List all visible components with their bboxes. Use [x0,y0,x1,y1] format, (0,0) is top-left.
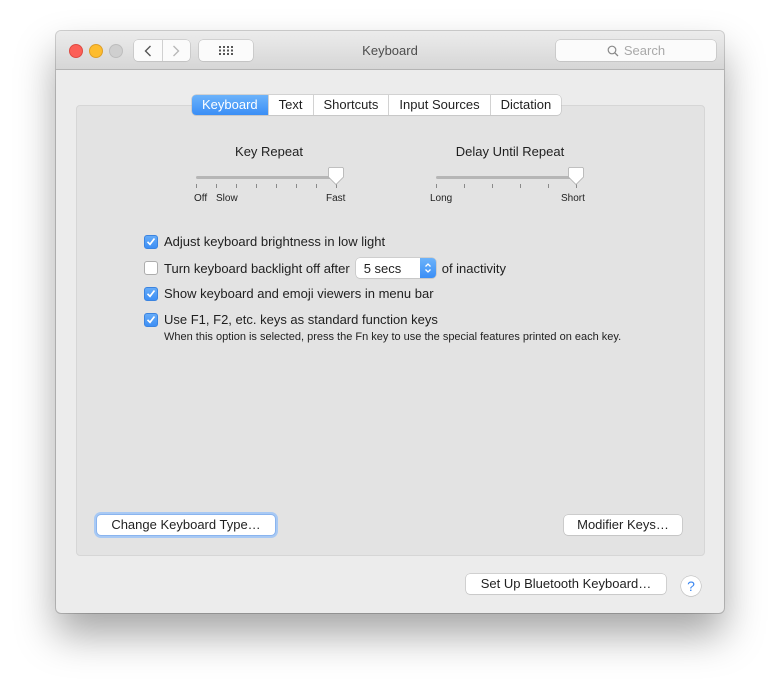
tab-text[interactable]: Text [267,95,313,115]
title-bar: Keyboard Search [56,31,724,70]
slider-tick [520,184,521,188]
key-repeat-slider[interactable] [196,166,346,188]
checkmark-icon [146,315,156,324]
key-repeat-title: Key Repeat [235,144,303,159]
slider-tick [464,184,465,188]
slider-tick [236,184,237,188]
checkmark-icon [146,289,156,298]
backlight-checkbox[interactable] [144,261,158,275]
option-fn-keys[interactable]: Use F1, F2, etc. keys as standard functi… [144,312,438,327]
set-up-bluetooth-keyboard-button[interactable]: Set Up Bluetooth Keyboard… [466,574,666,594]
slider-tick [256,184,257,188]
key-repeat-label-fast: Fast [326,193,346,204]
option-brightness[interactable]: Adjust keyboard brightness in low light [144,234,385,249]
viewers-label: Show keyboard and emoji viewers in menu … [164,286,434,301]
slider-tick [436,184,437,188]
change-keyboard-type-button[interactable]: Change Keyboard Type… [97,515,275,535]
search-icon [607,45,619,56]
tab-dictation[interactable]: Dictation [489,95,562,115]
delay-until-repeat-slider[interactable] [436,166,586,188]
brightness-checkbox[interactable] [144,234,158,249]
key-repeat-label-slow: Slow [216,193,238,204]
slider-tick [548,184,549,188]
slider-tick [296,184,297,188]
tab-input-sources[interactable]: Input Sources [388,95,489,115]
slider-tick [196,184,197,188]
delay-until-repeat-title: Delay Until Repeat [455,144,565,159]
checkmark-icon [146,237,156,246]
help-button[interactable]: ? [681,576,701,596]
modifier-keys-button[interactable]: Modifier Keys… [564,515,682,535]
delay-label-long: Long [430,193,453,204]
stepper-arrows-icon [419,258,436,278]
tab-bar: Keyboard Text Shortcuts Input Sources Di… [192,95,562,115]
slider-track[interactable] [436,176,576,179]
preferences-window: Keyboard Search Keyboard Text Shortcuts … [56,31,724,613]
fn-keys-help-text: When this option is selected, press the … [164,331,622,343]
option-viewers[interactable]: Show keyboard and emoji viewers in menu … [144,286,434,301]
fn-keys-checkbox[interactable] [144,312,158,327]
backlight-label: Turn keyboard backlight off after [164,260,350,276]
backlight-suffix: of inactivity [441,260,507,276]
brightness-label: Adjust keyboard brightness in low light [164,234,386,249]
search-field[interactable]: Search [556,40,716,61]
slider-tick [276,184,277,188]
tab-keyboard[interactable]: Keyboard [192,95,268,115]
delay-label-short: Short [561,193,585,204]
slider-tick [216,184,217,188]
backlight-timeout-select[interactable]: 5 secs [355,258,436,278]
slider-thumb[interactable] [567,166,585,186]
backlight-timeout-value: 5 secs [363,260,402,276]
slider-track[interactable] [196,176,336,179]
tab-shortcuts[interactable]: Shortcuts [312,95,389,115]
slider-tick [492,184,493,188]
key-repeat-label-off: Off [194,193,208,204]
fn-keys-label: Use F1, F2, etc. keys as standard functi… [164,312,438,327]
search-placeholder: Search [623,43,666,58]
option-backlight: Turn keyboard backlight off after 5 secs… [144,258,506,278]
viewers-checkbox[interactable] [144,286,158,301]
slider-tick [316,184,317,188]
slider-thumb[interactable] [327,166,345,186]
